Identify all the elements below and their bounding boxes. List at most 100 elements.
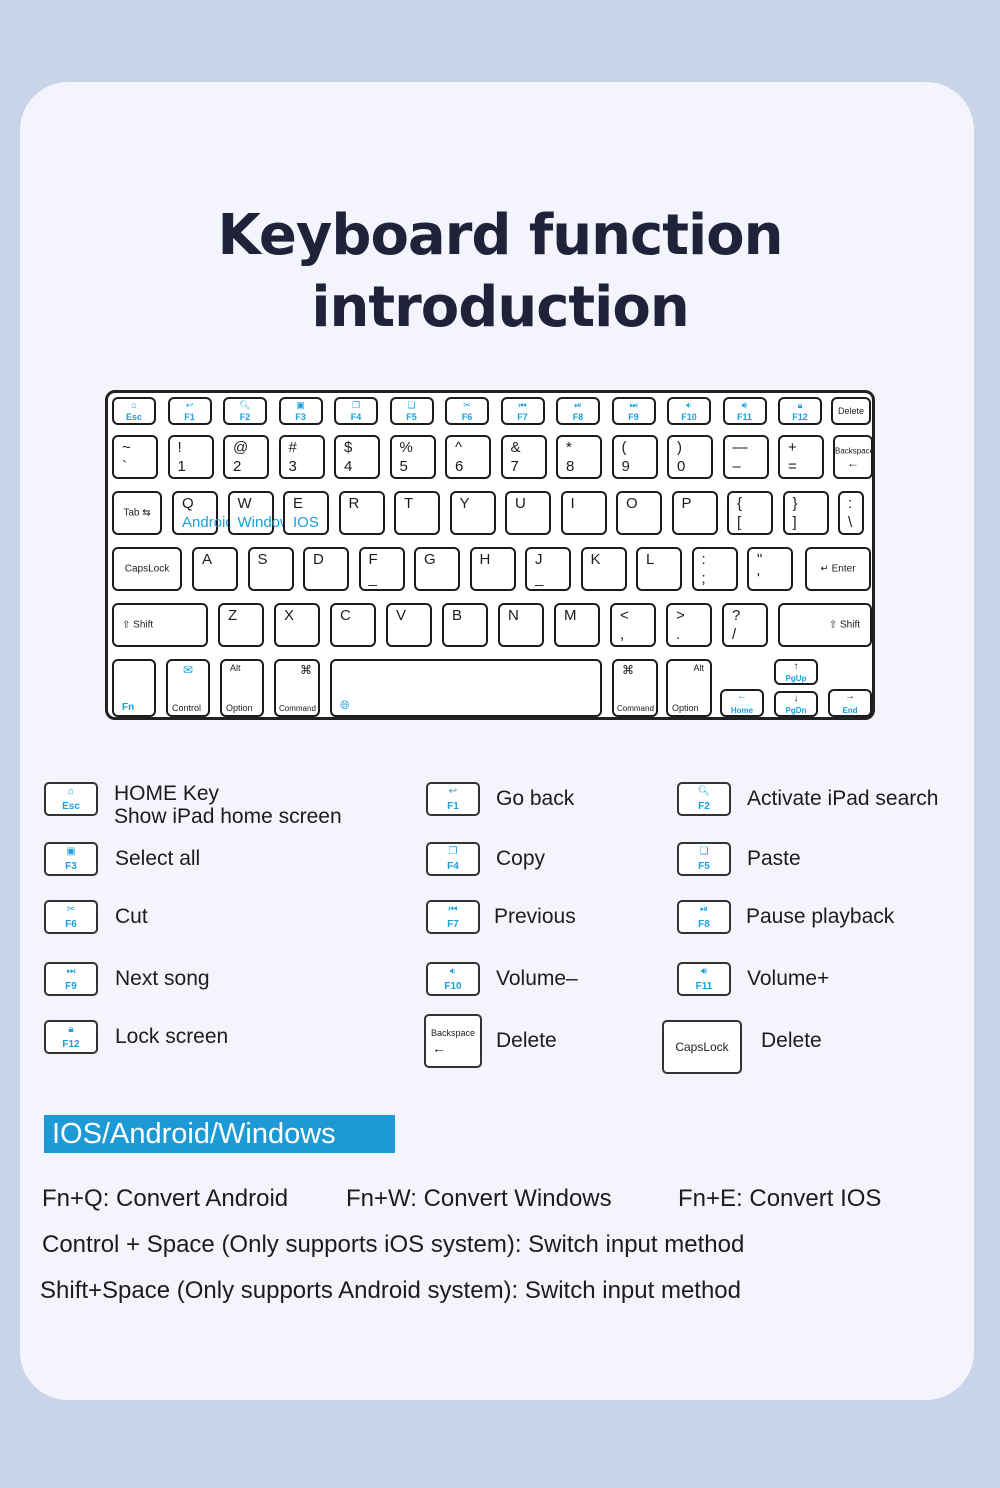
key-option-left[interactable]: Alt Option <box>220 659 264 717</box>
key-top-label: W <box>237 495 252 512</box>
key-top-label: @ <box>233 439 249 456</box>
key-shift-left[interactable]: ⇧ Shift <box>112 603 208 647</box>
key-end[interactable]: → End <box>828 689 872 717</box>
key-6[interactable]: ^ 6 <box>445 435 491 479</box>
shortcut-windows: Fn+W: Convert Windows <box>346 1185 612 1212</box>
key-option-right[interactable]: Alt Option <box>666 659 712 717</box>
key-label: Home <box>730 706 754 715</box>
key-–[interactable]: — – <box>722 435 769 479</box>
key-}[interactable]: }] <box>782 491 829 535</box>
key-t[interactable]: T <box>394 491 440 535</box>
key-?[interactable]: ? / <box>722 603 768 647</box>
key-delete[interactable]: Delete <box>831 397 871 425</box>
key-v[interactable]: V <box>386 603 432 647</box>
key-m[interactable]: M <box>554 603 600 647</box>
key-x[interactable]: X <box>274 603 320 647</box>
key-c[interactable]: C <box>330 603 376 647</box>
key-f8[interactable]: ⏯ F8 <box>556 397 600 425</box>
key-`[interactable]: ~ ` <box>112 435 158 479</box>
key-f[interactable]: F _ <box>358 547 405 591</box>
key-top-label: % <box>399 439 413 456</box>
key-label: F6 <box>65 919 77 930</box>
key-shift-right[interactable]: ⇧ Shift <box>778 603 872 647</box>
key-fn[interactable]: Fn <box>112 659 156 717</box>
legend-description: Lock screen <box>115 1025 228 1048</box>
key-:[interactable]: : \ <box>838 491 864 535</box>
key-capslock[interactable]: CapsLock <box>112 547 182 591</box>
key-s[interactable]: S <box>247 547 294 591</box>
key-label: F1 <box>447 801 459 812</box>
key-{[interactable]: {[ <box>727 491 773 535</box>
key-4[interactable]: $4 <box>334 435 380 479</box>
key-label: F3 <box>295 412 306 422</box>
key-9[interactable]: (9 <box>611 435 658 479</box>
key-:[interactable]: :; <box>691 547 738 591</box>
key-f2[interactable]: 🔍︎ F2 <box>223 397 267 425</box>
key-f5[interactable]: ❏ F5 <box>389 397 434 425</box>
key-f1[interactable]: ↩ F1 <box>167 397 212 425</box>
key-"[interactable]: " ' <box>747 547 793 591</box>
key-command-left[interactable]: ⌘ Command <box>274 659 320 717</box>
key-pgup[interactable]: ↑ PgUp <box>774 659 818 685</box>
key-label: Esc <box>125 412 142 422</box>
key-i[interactable]: I <box>560 491 607 535</box>
key-0[interactable]: ) 0 <box>667 435 713 479</box>
key-top-label: F <box>368 551 378 568</box>
key-label: F11 <box>695 981 713 992</box>
key-=[interactable]: + = <box>778 435 824 479</box>
key-8[interactable]: * 8 <box>556 435 602 479</box>
key-f3[interactable]: ▣ F3 <box>278 397 323 425</box>
key-b[interactable]: B <box>442 603 488 647</box>
key-n[interactable]: N <box>498 603 544 647</box>
key-r[interactable]: R <box>338 491 385 535</box>
key-1[interactable]: ! 1 <box>167 435 214 479</box>
legend-description: Previous <box>494 905 576 928</box>
backspace-arrow-icon: ← <box>847 456 859 470</box>
key-h[interactable]: H <box>469 547 516 591</box>
key-f11[interactable]: 🔊︎ F11 <box>722 397 767 425</box>
key-z[interactable]: Z <box>218 603 264 647</box>
key-p[interactable]: P <box>671 491 718 535</box>
legend-key-f9: ⏭ F9 <box>44 962 98 996</box>
key-5[interactable]: % 5 <box>389 435 436 479</box>
keyboard-icon: ✉ <box>182 663 194 677</box>
key-f6[interactable]: ✂ F6 <box>445 397 489 425</box>
key-tab[interactable]: Tab ⇆ <box>112 491 162 535</box>
key-y[interactable]: Y <box>449 491 496 535</box>
key-f12[interactable]: 🔒︎ F12 <box>778 397 822 425</box>
key->[interactable]: >. <box>666 603 712 647</box>
key-w[interactable]: W Windows <box>227 491 298 535</box>
key-home[interactable]: ← Home <box>720 689 764 717</box>
key-label: F1 <box>184 412 195 422</box>
key-enter[interactable]: ↵ Enter <box>805 547 871 591</box>
key-f10[interactable]: 🔉︎ F10 <box>667 397 711 425</box>
key-2[interactable]: @2 <box>223 435 269 479</box>
key-j[interactable]: J _ <box>525 547 571 591</box>
key-esc[interactable]: ⌂ Esc <box>112 397 156 425</box>
key-top-label: } <box>792 495 798 512</box>
os-mode-label: Android <box>182 514 234 531</box>
key-control[interactable]: ✉ Control <box>166 659 210 717</box>
key-f4[interactable]: ❐ F4 <box>334 397 378 425</box>
key-u[interactable]: U <box>505 491 551 535</box>
key-space[interactable]: 🌐︎ <box>330 659 602 717</box>
key-command-right[interactable]: ⌘ Command <box>612 659 658 717</box>
key-label: CapsLock <box>675 1040 729 1054</box>
key-e[interactable]: E IOS <box>283 491 329 535</box>
key-3[interactable]: #3 <box>278 435 325 479</box>
key-pgdn[interactable]: ↓ PgDn <box>774 691 818 717</box>
key-7[interactable]: & 7 <box>500 435 547 479</box>
next-track-icon: ⏭ <box>629 400 638 410</box>
key-d[interactable]: D <box>303 547 349 591</box>
key-f7[interactable]: ⏮ F7 <box>500 397 545 425</box>
key-l[interactable]: L <box>636 547 682 591</box>
key-g[interactable]: G <box>414 547 460 591</box>
key-backspace[interactable]: Backspace ← <box>833 435 874 479</box>
key-o[interactable]: O <box>616 491 662 535</box>
key-label: Fn <box>122 702 135 713</box>
key-<[interactable]: <, <box>610 603 656 647</box>
key-k[interactable]: K <box>580 547 627 591</box>
key-a[interactable]: A <box>192 547 238 591</box>
key-f9[interactable]: ⏭ F9 <box>611 397 656 425</box>
key-q[interactable]: Q Android <box>172 491 234 535</box>
